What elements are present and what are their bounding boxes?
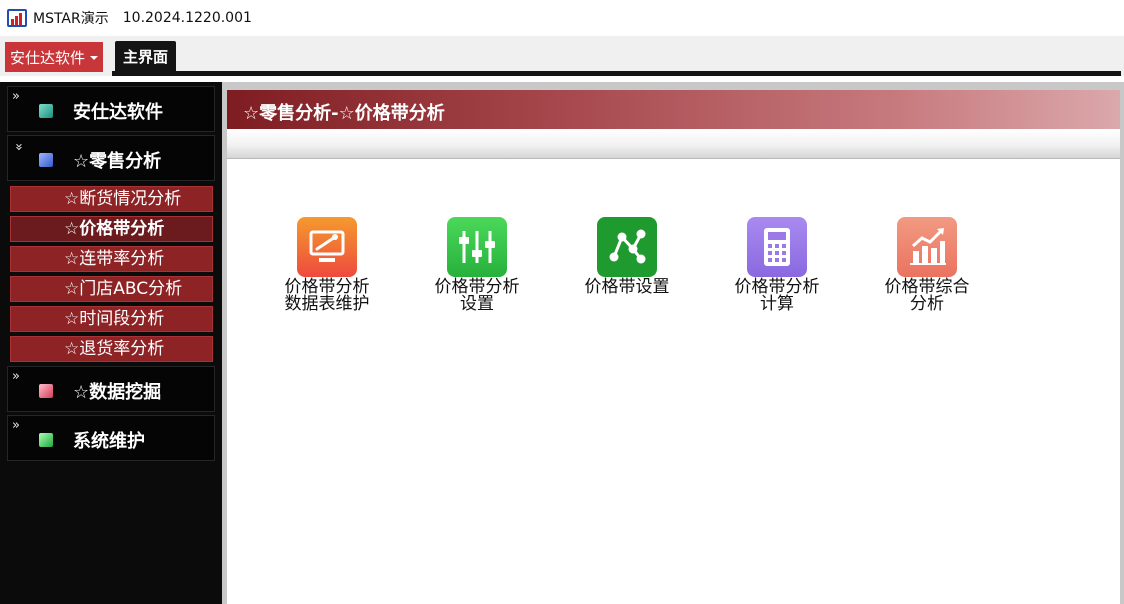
panel-header: ☆零售分析-☆价格带分析 — [227, 90, 1120, 129]
monitor-wrench-icon — [297, 217, 357, 277]
tile-price-band-comprehensive[interactable]: 价格带综合 分析 — [872, 217, 982, 313]
sidebar-item-stockout[interactable]: ☆断货情况分析 — [10, 186, 213, 212]
sidebar-item-attach-rate[interactable]: ☆连带率分析 — [10, 246, 213, 272]
chevron-right-icon: » — [12, 418, 20, 433]
brand-dropdown-button[interactable]: 安仕达软件 — [5, 42, 103, 72]
pink-square-icon — [39, 384, 53, 398]
content-panel: ☆零售分析-☆价格带分析 价格带分析 数据表维护 价格带分析 设置 价格带设置 … — [227, 90, 1120, 604]
sidebar-item-price-band[interactable]: ☆价格带分析 — [10, 216, 213, 242]
tab-strip: 安仕达软件 主界面 — [0, 36, 1124, 76]
sidebar-category-label: 系统维护 — [73, 431, 145, 452]
chevron-right-icon: » — [12, 369, 20, 384]
sidebar: » 安仕达软件 » ☆零售分析 ☆断货情况分析 ☆价格带分析 ☆连带率分析 ☆门… — [0, 82, 222, 604]
sidebar-category-system[interactable]: » 系统维护 — [7, 415, 215, 461]
chevron-down-icon: » — [10, 143, 26, 151]
chevron-right-icon: » — [12, 89, 20, 104]
teal-square-icon — [39, 104, 53, 118]
app-logo-icon — [7, 9, 27, 27]
tile-price-band-table-maintenance[interactable]: 价格带分析 数据表维护 — [272, 217, 382, 313]
brand-dropdown-label: 安仕达软件 — [10, 48, 86, 67]
tab-main[interactable]: 主界面 — [115, 41, 177, 72]
tile-label-line2: 分析 — [910, 294, 944, 314]
sidebar-category-label: 安仕达软件 — [73, 102, 163, 123]
sidebar-item-return-rate[interactable]: ☆退货率分析 — [10, 336, 213, 362]
green-square-icon — [39, 433, 53, 447]
sidebar-category-anshida[interactable]: » 安仕达软件 — [7, 86, 215, 132]
tile-price-band-calculation[interactable]: 价格带分析 计算 — [722, 217, 832, 313]
panel-toolbar — [227, 129, 1120, 159]
sidebar-category-retail[interactable]: » ☆零售分析 — [7, 135, 215, 181]
page-title: ☆零售分析-☆价格带分析 — [243, 103, 445, 124]
sidebar-category-label: ☆数据挖掘 — [73, 382, 162, 403]
tab-main-label: 主界面 — [123, 48, 169, 66]
network-nodes-icon — [597, 217, 657, 277]
sidebar-item-time-period[interactable]: ☆时间段分析 — [10, 306, 213, 332]
calculator-icon — [747, 217, 807, 277]
caret-down-icon — [90, 56, 99, 60]
window-version: 10.2024.1220.001 — [122, 10, 252, 26]
tile-price-band-setup[interactable]: 价格带设置 — [572, 217, 682, 296]
bar-chart-icon — [897, 217, 957, 277]
tile-label-line2: 数据表维护 — [284, 294, 370, 314]
sidebar-item-store-abc[interactable]: ☆门店ABC分析 — [10, 276, 213, 302]
sidebar-category-data-mining[interactable]: » ☆数据挖掘 — [7, 366, 215, 412]
blue-square-icon — [39, 153, 53, 167]
main-area: ☆零售分析-☆价格带分析 价格带分析 数据表维护 价格带分析 设置 价格带设置 … — [222, 82, 1124, 604]
sliders-icon — [447, 217, 507, 277]
tile-label-line1: 价格带设置 — [584, 277, 670, 297]
tab-underline — [112, 71, 1121, 76]
sidebar-category-label: ☆零售分析 — [73, 151, 162, 172]
tile-label-line2: 设置 — [460, 294, 494, 314]
window-title: MSTAR演示 — [33, 11, 109, 27]
window-titlebar: MSTAR演示 10.2024.1220.001 — [0, 0, 1124, 36]
tile-price-band-settings[interactable]: 价格带分析 设置 — [422, 217, 532, 313]
tile-label-line2: 计算 — [760, 294, 794, 314]
